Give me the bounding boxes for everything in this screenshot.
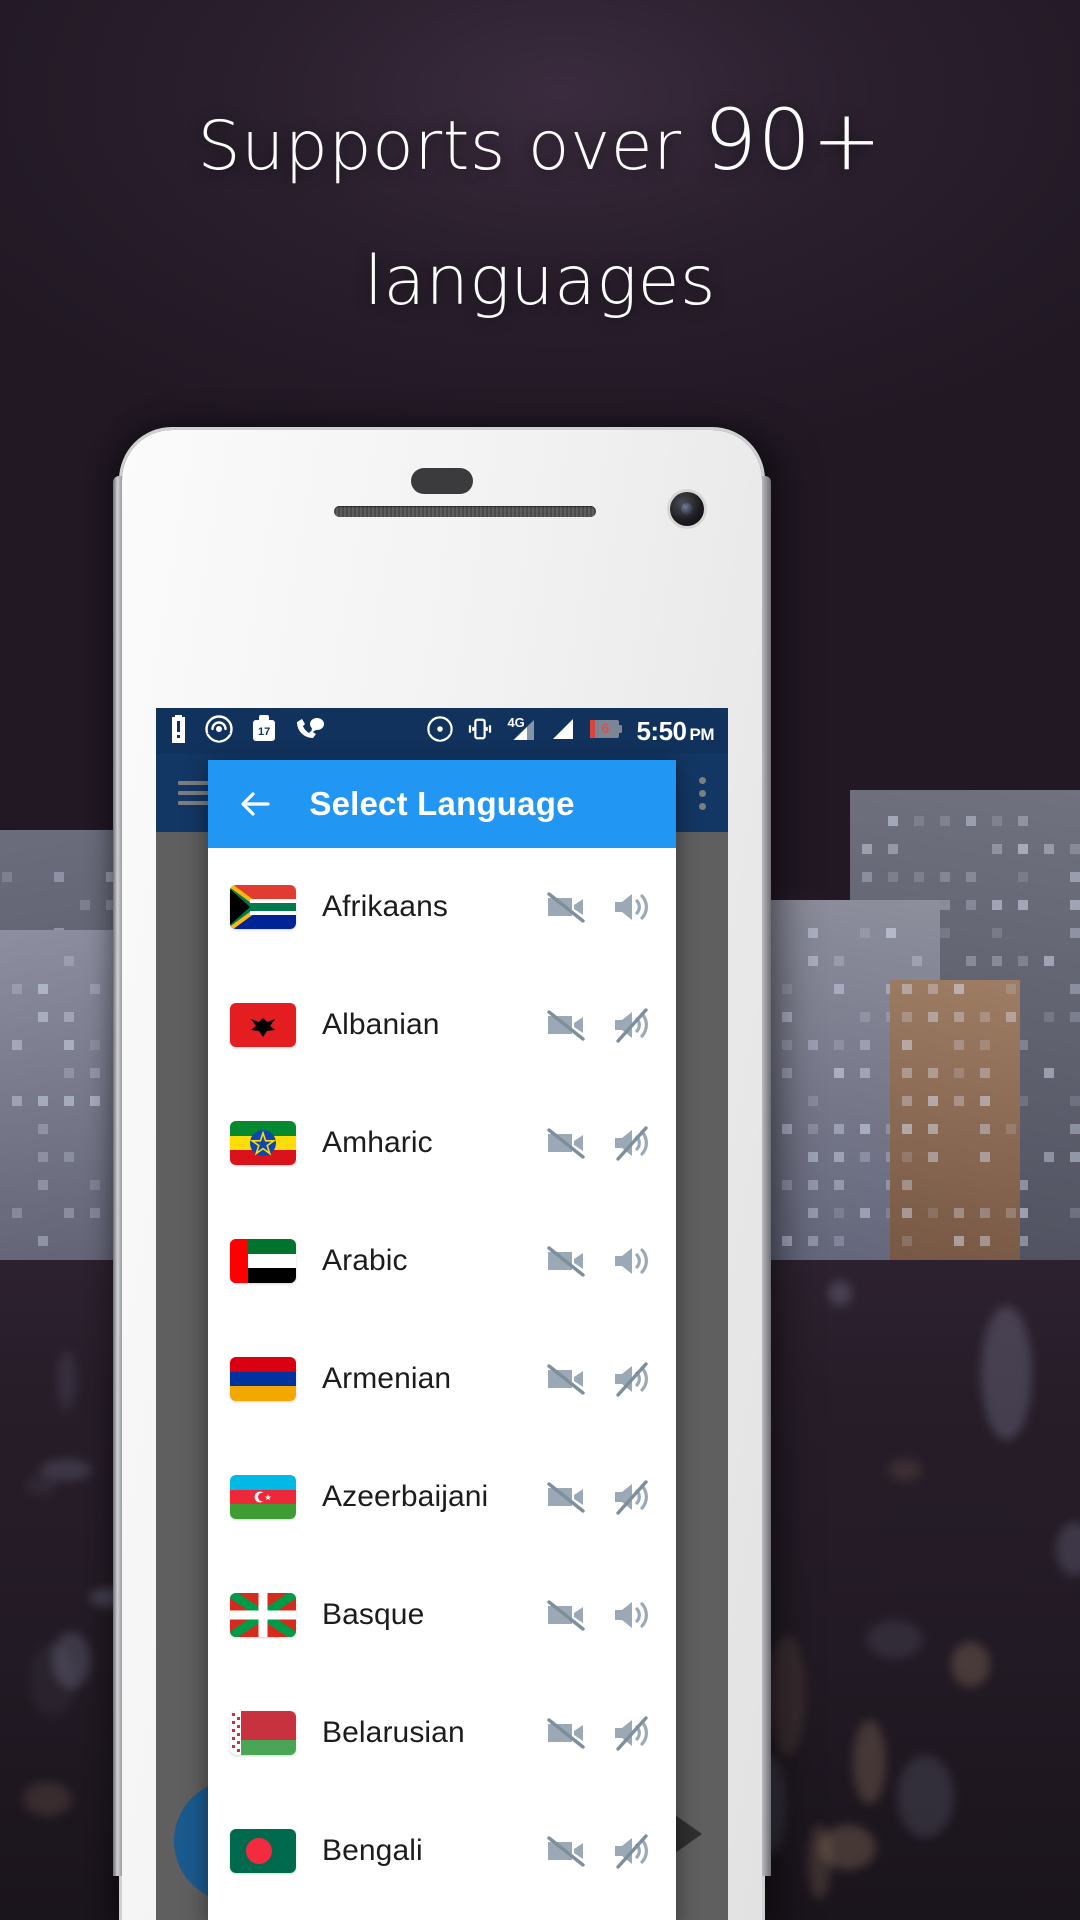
signal-4g-icon: 4G — [507, 716, 537, 747]
videocam-off-icon[interactable] — [544, 1475, 588, 1519]
language-name: Armenian — [322, 1362, 451, 1396]
row-icons — [544, 1003, 654, 1047]
row-icons — [544, 1121, 654, 1165]
phone-screen: 17 4G 6 5:50 PM Select Language Afrikaan… — [156, 708, 728, 1920]
hamburger-menu-icon[interactable] — [178, 775, 212, 811]
flag-icon-by — [230, 1711, 296, 1755]
phone-device: 17 4G 6 5:50 PM Select Language Afrikaan… — [122, 430, 762, 1920]
language-name: Azeerbaijani — [322, 1480, 488, 1514]
flag-icon-eu — [230, 1593, 296, 1637]
language-row[interactable]: Basque — [208, 1556, 676, 1674]
back-arrow-icon[interactable] — [234, 783, 276, 825]
videocam-off-icon[interactable] — [544, 885, 588, 929]
calendar-day-label: 17 — [258, 726, 270, 738]
status-bar-left-icons: 17 — [170, 715, 325, 748]
row-icons — [544, 1239, 654, 1283]
row-icons — [544, 885, 654, 929]
call-message-icon — [295, 716, 325, 747]
language-row[interactable]: Armenian — [208, 1320, 676, 1438]
videocam-off-icon[interactable] — [544, 1593, 588, 1637]
language-list[interactable]: Afrikaans Albanian Amharic Arabic Armenian Az… — [208, 848, 676, 1910]
language-row[interactable]: Arabic — [208, 1202, 676, 1320]
flag-icon-et — [230, 1121, 296, 1165]
row-icons — [544, 1593, 654, 1637]
clock-time: 5:50 — [636, 716, 686, 746]
videocam-off-icon[interactable] — [544, 1357, 588, 1401]
status-bar-right-icons: 4G 6 5:50 PM — [427, 716, 714, 747]
language-row[interactable]: Afrikaans — [208, 848, 676, 966]
flag-icon-ae — [230, 1239, 296, 1283]
language-row[interactable]: Bengali — [208, 1792, 676, 1910]
language-row[interactable]: Amharic — [208, 1084, 676, 1202]
headline-line-1: Supports over 90+ — [0, 78, 1080, 202]
row-icons — [544, 1357, 654, 1401]
dialog-header: Select Language — [208, 760, 676, 848]
headline-line-2: languages — [0, 232, 1080, 333]
clock: 5:50 PM — [636, 718, 714, 744]
front-camera-icon — [670, 492, 704, 526]
language-name: Afrikaans — [322, 890, 448, 924]
volume-up-icon[interactable] — [610, 885, 654, 929]
volume-off-icon[interactable] — [610, 1711, 654, 1755]
row-icons — [544, 1475, 654, 1519]
volume-up-icon[interactable] — [610, 1239, 654, 1283]
videocam-off-icon[interactable] — [544, 1711, 588, 1755]
status-bar: 17 4G 6 5:50 PM — [156, 708, 728, 754]
flag-icon-al — [230, 1003, 296, 1047]
volume-off-icon[interactable] — [610, 1475, 654, 1519]
vibrate-icon — [466, 716, 494, 747]
battery-icon: 6 — [589, 718, 623, 745]
volume-up-icon[interactable] — [610, 1593, 654, 1637]
language-name: Amharic — [322, 1126, 433, 1160]
cast-icon — [205, 715, 233, 748]
headline-prefix: Supports over — [198, 107, 704, 186]
flag-icon-am — [230, 1357, 296, 1401]
overflow-menu-icon[interactable] — [699, 771, 706, 816]
volume-off-icon[interactable] — [610, 1357, 654, 1401]
flag-icon-bd — [230, 1829, 296, 1873]
earpiece — [411, 468, 473, 494]
battery-alert-icon — [170, 715, 187, 748]
volume-off-icon[interactable] — [610, 1829, 654, 1873]
cast-icon — [427, 716, 453, 747]
row-icons — [544, 1711, 654, 1755]
language-name: Belarusian — [322, 1716, 465, 1750]
clock-ampm: PM — [690, 725, 715, 744]
language-name: Basque — [322, 1598, 424, 1632]
calendar-icon: 17 — [251, 715, 277, 748]
select-language-dialog: Select Language Afrikaans Albanian Amharic… — [208, 760, 676, 1920]
flag-icon-az — [230, 1475, 296, 1519]
headline-emphasis: 90+ — [704, 91, 883, 189]
language-name: Albanian — [322, 1008, 440, 1042]
speaker-grill — [334, 506, 596, 517]
volume-off-icon[interactable] — [610, 1121, 654, 1165]
language-row[interactable]: Albanian — [208, 966, 676, 1084]
videocam-off-icon[interactable] — [544, 1121, 588, 1165]
videocam-off-icon[interactable] — [544, 1003, 588, 1047]
language-row[interactable]: Azeerbaijani — [208, 1438, 676, 1556]
dialog-title: Select Language — [276, 785, 608, 823]
language-name: Arabic — [322, 1244, 408, 1278]
flag-icon-za — [230, 885, 296, 929]
battery-level-label: 6 — [601, 720, 609, 736]
volume-off-icon[interactable] — [610, 1003, 654, 1047]
network-label: 4G — [507, 715, 524, 730]
videocam-off-icon[interactable] — [544, 1829, 588, 1873]
language-row[interactable]: Belarusian — [208, 1674, 676, 1792]
language-name: Bengali — [322, 1834, 423, 1868]
videocam-off-icon[interactable] — [544, 1239, 588, 1283]
promo-headline: Supports over 90+ languages — [0, 78, 1080, 333]
row-icons — [544, 1829, 654, 1873]
signal-icon — [550, 716, 576, 747]
